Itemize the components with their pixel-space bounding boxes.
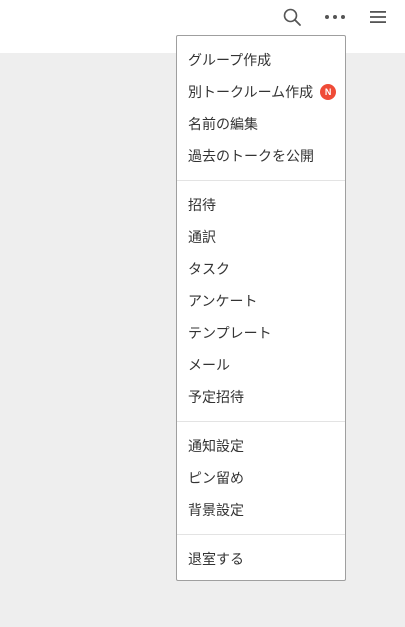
dropdown-menu: グループ作成 別トークルーム作成 N 名前の編集 過去のトークを公開 招待 通訳…	[176, 35, 346, 581]
new-badge: N	[320, 84, 337, 100]
menu-item-label: アンケート	[188, 294, 258, 310]
menu-item-label: 招待	[188, 198, 216, 214]
menu-item-label: ピン留め	[188, 471, 244, 487]
menu-item-publish-past-talks[interactable]: 過去のトークを公開	[177, 140, 345, 172]
menu-item-label: テンプレート	[188, 326, 272, 342]
menu-item-notification-settings[interactable]: 通知設定	[177, 430, 345, 462]
search-icon[interactable]	[280, 5, 304, 29]
menu-item-label: 予定招待	[188, 390, 244, 406]
menu-item-create-separate-talkroom[interactable]: 別トークルーム作成 N	[177, 76, 345, 108]
menu-item-label: タスク	[188, 262, 230, 278]
menu-item-label: 別トークルーム作成	[188, 85, 314, 101]
menu-item-task[interactable]: タスク	[177, 253, 345, 285]
menu-item-edit-name[interactable]: 名前の編集	[177, 108, 345, 140]
menu-item-mail[interactable]: メール	[177, 349, 345, 381]
menu-group-create: グループ作成 別トークルーム作成 N 名前の編集 過去のトークを公開	[177, 36, 345, 180]
menu-item-label: 退室する	[188, 552, 244, 568]
menu-item-survey[interactable]: アンケート	[177, 285, 345, 317]
menu-item-schedule-invite[interactable]: 予定招待	[177, 381, 345, 413]
menu-item-label: メール	[188, 358, 230, 374]
menu-item-template[interactable]: テンプレート	[177, 317, 345, 349]
menu-group-leave: 退室する	[177, 534, 345, 583]
menu-item-leave-room[interactable]: 退室する	[177, 543, 345, 575]
menu-item-create-group[interactable]: グループ作成	[177, 44, 345, 76]
menu-item-label: グループ作成	[188, 53, 272, 69]
menu-item-pin[interactable]: ピン留め	[177, 462, 345, 494]
menu-item-background-settings[interactable]: 背景設定	[177, 494, 345, 526]
hamburger-menu-icon[interactable]	[366, 5, 390, 29]
menu-item-label: 通知設定	[188, 439, 244, 455]
menu-group-tools: 招待 通訳 タスク アンケート テンプレート メール 予定招待	[177, 180, 345, 421]
menu-item-label: 通訳	[188, 230, 216, 246]
menu-item-label: 背景設定	[188, 503, 244, 519]
more-horizontal-icon[interactable]	[323, 5, 347, 29]
menu-item-label: 過去のトークを公開	[188, 149, 314, 165]
menu-group-settings: 通知設定 ピン留め 背景設定	[177, 421, 345, 534]
menu-item-invite[interactable]: 招待	[177, 189, 345, 221]
menu-item-label: 名前の編集	[188, 117, 258, 133]
menu-item-translate[interactable]: 通訳	[177, 221, 345, 253]
